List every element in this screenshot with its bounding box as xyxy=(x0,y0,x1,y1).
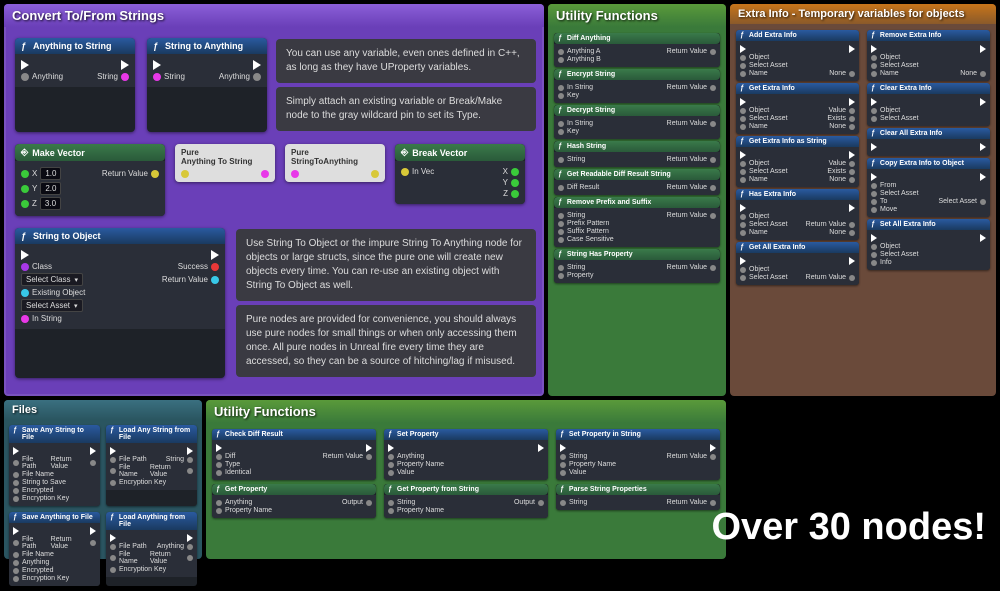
node[interactable]: Remove Prefix and SuffixStringReturn Val… xyxy=(554,197,720,247)
node[interactable]: Hash StringStringReturn Value xyxy=(554,141,720,167)
node[interactable]: Load Any String from FileFile PathString… xyxy=(106,425,197,506)
info-text-3: Use String To Object or the impure Strin… xyxy=(236,229,536,301)
struct-icon: ⎆ xyxy=(21,147,28,158)
node[interactable]: Set PropertyAnythingProperty NameValue xyxy=(384,429,548,480)
node-pure-string-to-anything[interactable]: PureStringToAnything xyxy=(285,144,385,182)
convert-strings-panel: Convert To/From Strings Anything to Stri… xyxy=(4,4,544,396)
function-icon xyxy=(21,41,29,51)
node[interactable]: Save Any String to FileFile PathReturn V… xyxy=(9,425,100,506)
node[interactable]: Decrypt StringIn StringReturn ValueKey xyxy=(554,105,720,139)
node-string-to-object[interactable]: String to Object ClassSuccess Select Cla… xyxy=(15,228,225,378)
node[interactable]: Clear All Extra Info xyxy=(867,128,990,156)
node-break-vector[interactable]: ⎆Break Vector In VecX Y Z xyxy=(395,144,525,204)
node[interactable]: Load Anything from FileFile PathAnything… xyxy=(106,512,197,586)
function-icon xyxy=(21,231,29,241)
class-dropdown[interactable]: Select Class xyxy=(21,273,83,286)
utility-functions-panel-1: Utility Functions Diff AnythingAnything … xyxy=(548,4,726,396)
panel-title: Utility Functions xyxy=(206,400,726,423)
node[interactable]: Save Anything to FileFile PathReturn Val… xyxy=(9,512,100,586)
node[interactable]: Set All Extra InfoObjectSelect AssetInfo xyxy=(867,219,990,270)
node-string-to-anything[interactable]: String to Anything StringAnything xyxy=(147,38,267,132)
node-anything-to-string[interactable]: Anything to String AnythingString xyxy=(15,38,135,132)
files-panel: Files Save Any String to FileFile PathRe… xyxy=(4,400,202,559)
function-icon xyxy=(153,41,161,51)
node[interactable]: Parse String PropertiesStringReturn Valu… xyxy=(556,484,720,510)
node[interactable]: Set Property in StringStringReturn Value… xyxy=(556,429,720,480)
node-pure-anything-to-string[interactable]: PureAnything To String xyxy=(175,144,275,182)
node[interactable]: String Has PropertyStringReturn ValuePro… xyxy=(554,249,720,283)
utility-functions-panel-2: Utility Functions Check Diff ResultDiffR… xyxy=(206,400,726,559)
node[interactable]: Get Property from StringStringOutputProp… xyxy=(384,484,548,518)
node[interactable]: Get Extra Info as StringObjectValueSelec… xyxy=(736,136,859,187)
node-make-vector[interactable]: ⎆Make Vector X1.0Return Value Y2.0 Z3.0 xyxy=(15,144,165,216)
info-text-1: You can use any variable, even ones defi… xyxy=(276,39,536,83)
node[interactable]: Diff AnythingAnything AReturn ValueAnyth… xyxy=(554,33,720,67)
node[interactable]: Get Readable Diff Result StringDiff Resu… xyxy=(554,169,720,195)
node[interactable]: Get All Extra InfoObjectSelect AssetRetu… xyxy=(736,242,859,285)
panel-title: Convert To/From Strings xyxy=(4,4,544,27)
node[interactable]: Check Diff ResultDiffReturn ValueTypeIde… xyxy=(212,429,376,480)
panel-title: Extra Info - Temporary variables for obj… xyxy=(730,4,996,24)
extra-info-panel: Extra Info - Temporary variables for obj… xyxy=(730,4,996,396)
asset-dropdown[interactable]: Select Asset xyxy=(21,299,83,312)
panel-title: Utility Functions xyxy=(548,4,726,27)
node[interactable]: Copy Extra Info to ObjectFromSelect Asse… xyxy=(867,158,990,217)
info-text-4: Pure nodes are provided for convenience,… xyxy=(236,305,536,377)
panel-title: Files xyxy=(4,400,202,420)
node[interactable]: Remove Extra InfoObjectSelect AssetNameN… xyxy=(867,30,990,81)
node[interactable]: Get PropertyAnythingOutputProperty Name xyxy=(212,484,376,518)
node[interactable]: Has Extra InfoObjectSelect AssetReturn V… xyxy=(736,189,859,240)
struct-icon: ⎆ xyxy=(401,147,408,158)
info-text-2: Simply attach an existing variable or Br… xyxy=(276,87,536,131)
node[interactable]: Get Extra InfoObjectValueSelect AssetExi… xyxy=(736,83,859,134)
node[interactable]: Clear Extra InfoObjectSelect Asset xyxy=(867,83,990,126)
node[interactable]: Add Extra InfoObjectSelect AssetNameNone xyxy=(736,30,859,81)
node[interactable]: Encrypt StringIn StringReturn ValueKey xyxy=(554,69,720,103)
tagline-text: Over 30 nodes! xyxy=(711,506,986,549)
